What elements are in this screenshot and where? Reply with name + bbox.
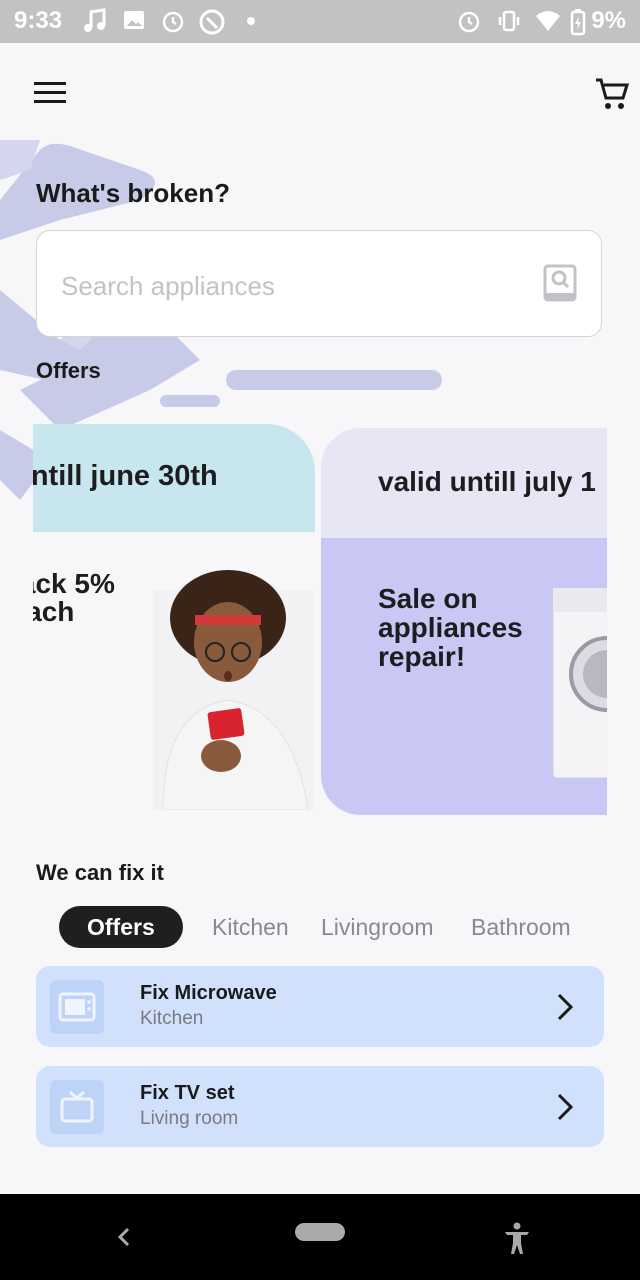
notification-dot-icon <box>247 17 255 25</box>
offers-title: Offers <box>36 358 101 383</box>
service-icon-box <box>50 980 104 1034</box>
offer-line: appliances <box>378 612 523 643</box>
menu-button[interactable] <box>26 71 74 115</box>
offer-validity-text: l untill june 30th <box>33 460 218 492</box>
hamburger-menu-icon <box>34 82 66 103</box>
battery-charging-icon <box>570 9 586 36</box>
home-button[interactable] <box>295 1223 345 1241</box>
tab-kitchen[interactable]: Kitchen <box>212 906 289 948</box>
search-icon[interactable] <box>541 263 581 307</box>
offer-description: Sale on appliances repair! <box>378 584 558 671</box>
system-navigation-bar <box>0 1194 640 1280</box>
service-title: Fix Microwave <box>140 982 277 1004</box>
service-card-tv[interactable]: Fix TV set Living room <box>36 1066 604 1147</box>
accessibility-icon[interactable] <box>501 1221 533 1255</box>
washing-machine-image <box>552 588 607 778</box>
search-box[interactable] <box>36 230 602 337</box>
offer-line: repair! <box>378 641 466 672</box>
service-subtitle: Living room <box>140 1108 239 1129</box>
tv-icon <box>60 1090 94 1123</box>
service-icon-box <box>50 1080 104 1134</box>
offers-carousel[interactable]: l untill june 30th iback 5% i each ir va… <box>33 420 607 820</box>
offer-line: i each <box>33 596 75 627</box>
offer-card-sale[interactable]: valid untill july 1 Sale on appliances r… <box>321 428 607 815</box>
alarm-set-icon <box>458 11 480 33</box>
page-title: What's broken? <box>36 178 230 208</box>
offer-validity-text: valid untill july 1 <box>378 466 596 497</box>
search-input[interactable] <box>59 265 523 307</box>
service-title: Fix TV set <box>140 1082 235 1104</box>
vpn-icon <box>199 9 225 35</box>
woman-with-phone-photo <box>153 570 313 810</box>
wifi-icon <box>536 11 560 31</box>
offer-line: iback 5% <box>33 568 115 599</box>
offer-card-cashback[interactable]: l untill june 30th iback 5% i each ir <box>33 420 315 820</box>
service-subtitle: Kitchen <box>140 1008 204 1029</box>
alarm-icon <box>162 11 184 33</box>
offer-card-header: l untill june 30th <box>33 424 315 532</box>
back-icon[interactable] <box>112 1221 136 1253</box>
cart-button[interactable] <box>586 71 634 115</box>
tab-bathroom[interactable]: Bathroom <box>471 906 571 948</box>
offer-description: iback 5% i each ir <box>33 570 155 654</box>
shopping-cart-icon <box>596 78 630 109</box>
offer-line: Sale on <box>378 583 478 614</box>
app-bar <box>0 43 640 143</box>
image-icon <box>124 11 144 29</box>
vibrate-icon <box>498 10 520 32</box>
status-time: 9:33 <box>14 7 63 34</box>
status-bar: 9:33 9% <box>0 0 640 43</box>
service-card-microwave[interactable]: Fix Microwave Kitchen <box>36 966 604 1047</box>
microwave-icon <box>58 992 96 1022</box>
tab-offers[interactable]: Offers <box>59 906 183 948</box>
tab-livingroom[interactable]: Livingroom <box>321 906 434 948</box>
offer-card-header: valid untill july 1 <box>321 428 607 538</box>
music-note-icon <box>84 8 106 32</box>
fix-section-title: We can fix it <box>36 860 164 885</box>
chevron-right-icon <box>557 993 574 1021</box>
battery-percent: 9% <box>591 7 626 34</box>
offer-line: ir <box>33 626 155 654</box>
chevron-right-icon <box>557 1093 574 1121</box>
